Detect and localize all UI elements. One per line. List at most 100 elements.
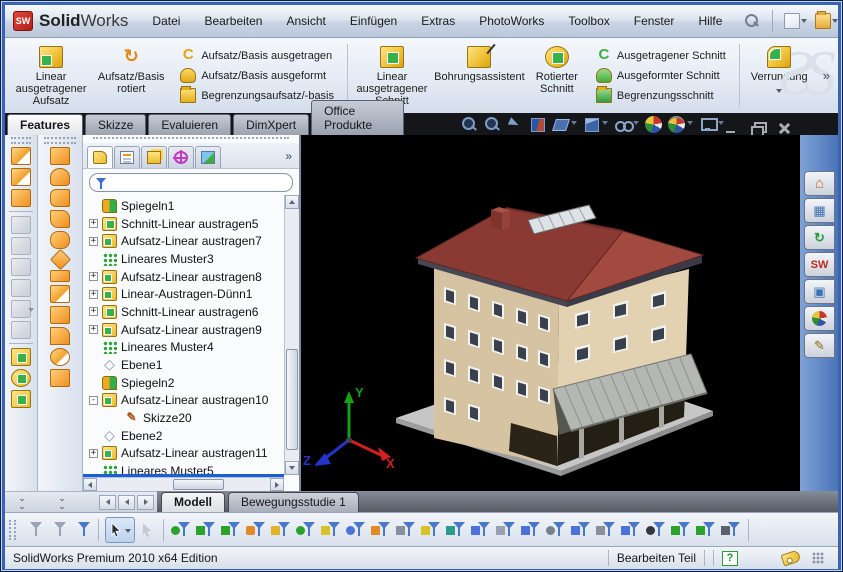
graphics-viewport[interactable]: YXZ <box>301 135 800 491</box>
filter-coordinate-systems-icon[interactable] <box>570 520 592 540</box>
tree-item[interactable]: +Aufsatz-Linear austragen11 <box>89 445 284 463</box>
tree-item[interactable]: +Schnitt-Linear austragen6 <box>89 303 284 321</box>
filter-sketches-icon[interactable] <box>370 520 392 540</box>
surface-tool-icon[interactable] <box>50 210 70 228</box>
revolve-tool-icon[interactable] <box>11 369 31 387</box>
tree-item[interactable]: ✎Skizze20 <box>89 409 284 427</box>
tab-skizze[interactable]: Skizze <box>85 114 146 135</box>
scroll-up-button[interactable] <box>285 195 299 209</box>
lofted-cut-button[interactable]: Ausgeformter Schnitt <box>593 67 729 84</box>
tab-modell[interactable]: Modell <box>161 492 225 512</box>
tree-item[interactable]: +Aufsatz-Linear austragen7 <box>89 232 284 250</box>
filter-datums-icon[interactable] <box>470 520 492 540</box>
surface-tool-icon[interactable] <box>50 231 70 249</box>
chevron-down-icon[interactable] <box>776 89 782 96</box>
tree-item[interactable]: +Aufsatz-Linear austragen9 <box>89 321 284 339</box>
expander-icon[interactable]: - <box>89 396 98 405</box>
view-orientation-button[interactable] <box>552 116 577 133</box>
menu-photoworks[interactable]: PhotoWorks <box>467 5 556 37</box>
chevron-down-icon[interactable] <box>125 529 131 536</box>
toolbar-overflow-chevron[interactable]: ⌄⌄ <box>51 494 73 510</box>
tree-item[interactable]: +Aufsatz-Linear austragen8 <box>89 268 284 286</box>
expander-icon[interactable]: + <box>89 325 98 334</box>
custom-properties-tab[interactable]: ✎ <box>804 333 835 358</box>
doc-close-button[interactable] <box>776 122 792 135</box>
surface-tool-icon[interactable] <box>50 327 70 345</box>
tab-scroll-first-button[interactable] <box>99 495 116 510</box>
menu-bearbeiten[interactable]: Bearbeiten <box>192 5 274 37</box>
boundary-cut-button[interactable]: Begrenzungsschnitt <box>593 87 729 104</box>
menu-extras[interactable]: Extras <box>409 5 467 37</box>
scroll-left-button[interactable] <box>83 478 97 491</box>
filter-reference-points-icon[interactable] <box>595 520 617 540</box>
flex-tool-icon[interactable] <box>11 321 31 339</box>
filter-faces-icon[interactable] <box>220 520 242 540</box>
fillet-button[interactable]: Verrundung <box>744 40 815 111</box>
filter-weld-beads-icon[interactable] <box>645 520 667 540</box>
surface-tool-icon[interactable] <box>50 369 70 387</box>
featuremanager-tab[interactable] <box>87 146 113 168</box>
chevron-down-icon[interactable] <box>687 121 693 128</box>
edit-appearance-button[interactable] <box>645 116 662 133</box>
filter-solid-bodies-icon[interactable] <box>270 520 292 540</box>
toolbar-grip[interactable] <box>44 137 76 144</box>
revolved-cut-button[interactable]: Rotierter Schnitt <box>527 40 587 111</box>
filter-sketch-points-icon[interactable] <box>345 520 367 540</box>
toolbar-grip[interactable] <box>11 137 31 144</box>
pattern-tool-icon[interactable] <box>11 390 31 408</box>
tab-scroll-right-button[interactable] <box>137 495 154 510</box>
tree-item[interactable]: +Schnitt-Linear austragen5 <box>89 215 284 233</box>
filter-annotations-icon[interactable] <box>420 520 442 540</box>
hole-wizard-button[interactable]: Bohrungsassistent <box>432 40 527 111</box>
filter-mate-references-icon[interactable] <box>720 520 742 540</box>
appearances-scenes-tab[interactable] <box>804 306 835 331</box>
expander-icon[interactable]: + <box>89 307 98 316</box>
search-icon[interactable] <box>742 12 760 30</box>
select-cursor-button[interactable] <box>105 517 135 543</box>
filter-notes-icon[interactable] <box>445 520 467 540</box>
surface-tool-icon[interactable] <box>50 285 70 303</box>
surface-tool-icon[interactable] <box>50 306 70 324</box>
menu-fenster[interactable]: Fenster <box>622 5 687 37</box>
view-palette-tab[interactable]: ▣ <box>804 279 835 304</box>
resize-grip[interactable] <box>812 552 824 564</box>
tree-item[interactable]: ◇Ebene2 <box>89 427 284 445</box>
panel-overflow-button[interactable]: » <box>280 149 297 165</box>
tree-item[interactable]: -Aufsatz-Linear austragen10 <box>89 392 284 410</box>
solidworks-search-tab[interactable]: SW <box>804 252 835 277</box>
tree-item[interactable]: Lineares Muster4 <box>89 339 284 357</box>
tree-item[interactable]: Lineares Muster3 <box>89 250 284 268</box>
filter-vertices-icon[interactable] <box>170 520 192 540</box>
previous-view-button[interactable] <box>506 116 523 133</box>
file-explorer-tab[interactable]: ↻ <box>804 225 835 250</box>
doc-minimize-button[interactable] <box>724 122 740 135</box>
expander-icon[interactable]: + <box>89 237 98 246</box>
tree-horizontal-scrollbar[interactable] <box>83 477 284 491</box>
feature-tool-icon[interactable] <box>11 168 31 186</box>
toolbar-grip[interactable] <box>9 520 16 540</box>
extruded-boss-button[interactable]: Linear ausgetragener Aufsatz <box>11 40 91 111</box>
expander-icon[interactable]: + <box>89 449 98 458</box>
ribbon-overflow-button[interactable]: » <box>815 68 838 83</box>
filter-origins-icon[interactable] <box>545 520 567 540</box>
filter-sketch-segments-icon[interactable] <box>295 520 317 540</box>
view-settings-button[interactable] <box>699 116 724 133</box>
open-document-button[interactable] <box>812 11 841 31</box>
filter-midpoints-icon[interactable] <box>320 520 342 540</box>
filter-toggle-icon[interactable] <box>22 520 44 540</box>
tab-evaluieren[interactable]: Evaluieren <box>148 114 231 135</box>
doc-restore-button[interactable] <box>750 122 766 135</box>
expander-icon[interactable]: + <box>89 290 98 299</box>
propertymanager-tab[interactable] <box>114 146 140 168</box>
filter-edges-icon[interactable] <box>195 520 217 540</box>
surface-tool-icon[interactable] <box>50 348 70 366</box>
configurationmanager-tab[interactable] <box>141 146 167 168</box>
surface-tool-icon[interactable] <box>50 189 70 207</box>
surface-tool-icon[interactable] <box>50 270 70 282</box>
expander-icon[interactable]: + <box>89 272 98 281</box>
filter-axes-icon[interactable] <box>495 520 517 540</box>
scrollbar-thumb[interactable] <box>286 349 298 450</box>
filter-surface-bodies-icon[interactable] <box>245 520 267 540</box>
clear-all-filters-icon[interactable] <box>46 520 68 540</box>
help-badge-icon[interactable]: ? <box>722 551 738 566</box>
